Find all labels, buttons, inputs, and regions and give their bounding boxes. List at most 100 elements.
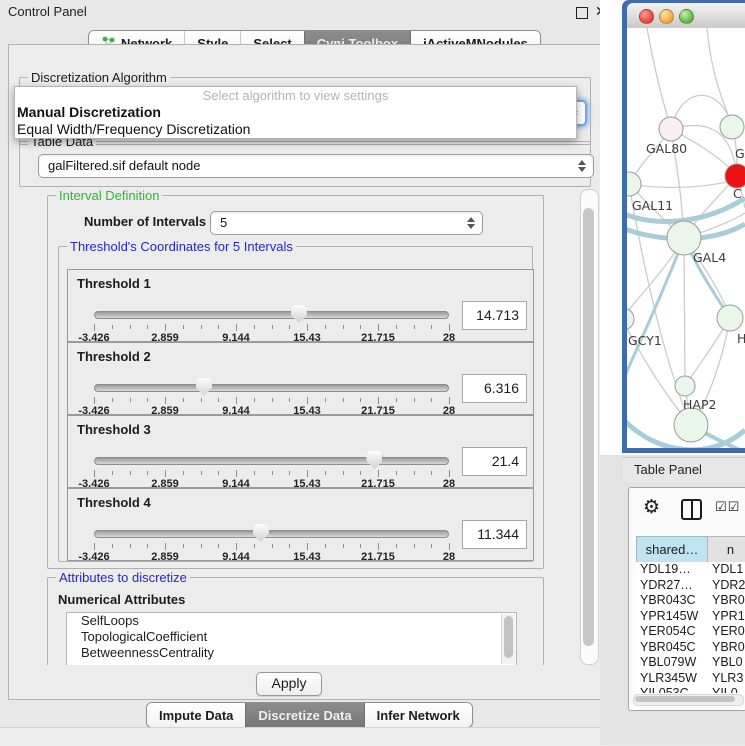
table-horizontal-scrollbar[interactable]: [633, 694, 744, 706]
panel-title: Control Panel: [8, 4, 87, 19]
footer-strip: [0, 727, 608, 746]
table-row[interactable]: YBR045CYBR0: [636, 640, 745, 656]
panel-scrollbar-thumb[interactable]: [583, 208, 594, 646]
column-header-name[interactable]: n: [707, 536, 745, 563]
slider-ticks: [94, 324, 449, 332]
threshold-slider[interactable]: -3.426 2.859 9.144 15.43 21.715 28: [94, 450, 449, 486]
interval-definition-title: Interval Definition: [56, 188, 162, 203]
slider-ticks: [94, 543, 449, 551]
threshold-value-field[interactable]: 21.4: [462, 447, 527, 476]
table-data-value: galFiltered.sif default node: [48, 158, 200, 173]
number-of-intervals-label: Number of Intervals: [84, 214, 206, 229]
node-h: [717, 305, 743, 331]
thresholds-title: Threshold's Coordinates for 5 Intervals: [67, 239, 296, 254]
minimize-traffic-light-icon[interactable]: [659, 9, 674, 24]
combo-arrows-icon: [578, 160, 586, 172]
threshold-label: Threshold 1: [77, 276, 151, 291]
table-row[interactable]: YBR043CYBR0: [636, 593, 745, 609]
slider-ticks: [94, 470, 449, 478]
number-of-intervals-combobox[interactable]: 5: [210, 211, 483, 235]
table-row[interactable]: YDL19…YDL1: [636, 562, 745, 578]
close-traffic-light-icon[interactable]: [639, 9, 654, 24]
list-item[interactable]: TopologicalCoefficient: [67, 629, 516, 645]
table-row[interactable]: YER054CYER0: [636, 624, 745, 640]
node-bottom: [674, 408, 708, 442]
table-row[interactable]: YLR345WYLR3: [636, 671, 745, 687]
list-scrollbar[interactable]: [501, 614, 515, 664]
zoom-traffic-light-icon[interactable]: [679, 9, 694, 24]
table-data-group: Table Data galFiltered.sif default node: [19, 141, 591, 187]
tab-discretize-data[interactable]: Discretize Data: [245, 703, 363, 727]
number-of-intervals-value: 5: [220, 215, 227, 230]
node-gal11: [627, 172, 641, 196]
table-rows[interactable]: YDL19…YDL1 YDR27…YDR2 YBR043CYBR0 YPR145…: [636, 562, 745, 693]
node-label: GAL11: [632, 198, 673, 213]
table-row[interactable]: YIL053CYIL0: [636, 686, 745, 693]
table-row[interactable]: YPR145WYPR1: [636, 609, 745, 625]
threshold-slider[interactable]: -3.426 2.859 9.144 15.43 21.715 28: [94, 523, 449, 559]
node-label: H: [737, 331, 745, 346]
threshold-box: Threshold 4 -3.426 2.859 9.144 15.43 21.…: [67, 488, 534, 561]
list-item[interactable]: BetweennessCentrality: [67, 645, 516, 661]
threshold-label: Threshold 3: [77, 422, 151, 437]
network-view-window: GAL80 GA C GAL11 GAL4 GCY1 H HAP2: [622, 0, 745, 453]
threshold-value-field[interactable]: 6.316: [462, 374, 527, 403]
apply-button[interactable]: Apply: [256, 672, 322, 696]
combo-arrows-icon: [467, 217, 475, 229]
threshold-value-field[interactable]: 14.713: [462, 301, 527, 330]
settings-gear-icon[interactable]: ⚙: [643, 496, 660, 519]
network-nodes[interactable]: [627, 115, 745, 442]
float-window-icon[interactable]: [576, 7, 588, 19]
node-label: GAL4: [693, 250, 726, 265]
network-window-titlebar[interactable]: [627, 3, 745, 29]
table-panel-title: Table Panel: [634, 462, 702, 477]
network-canvas[interactable]: GAL80 GA C GAL11 GAL4 GCY1 H HAP2: [627, 28, 745, 448]
slider-thumb[interactable]: [196, 378, 212, 396]
node-label: GA: [735, 146, 745, 161]
table-row[interactable]: YDR27…YDR2: [636, 578, 745, 594]
attributes-group: Attributes to discretize Numerical Attri…: [47, 577, 544, 665]
tab-impute-data[interactable]: Impute Data: [147, 703, 245, 727]
table-toolbar: ⚙ ☑☑: [629, 488, 745, 530]
column-header-shared-name[interactable]: shared…: [636, 536, 708, 563]
discretization-algorithm-title: Discretization Algorithm: [28, 70, 170, 85]
node-label: GAL80: [646, 141, 687, 156]
slider-track[interactable]: [94, 457, 449, 465]
cyni-toolbox-panel: Discretization Algorithm Table Data galF…: [8, 44, 602, 700]
list-item[interactable]: SelfLoops: [67, 613, 516, 629]
threshold-slider[interactable]: -3.426 2.859 9.144 15.43 21.715 28: [94, 304, 449, 340]
tab-infer-network[interactable]: Infer Network: [364, 703, 472, 727]
table-panel-titlebar: Table Panel: [622, 457, 745, 482]
panel-scrollbar[interactable]: [580, 189, 599, 665]
slider-track[interactable]: [94, 530, 449, 538]
node-gal80: [659, 117, 683, 141]
slider-thumb[interactable]: [366, 451, 382, 469]
slider-thumb[interactable]: [291, 305, 307, 323]
table-panel-window: ⚙ ☑☑ shared… n YDL19…YDL1 YDR27…YDR2 YBR…: [628, 487, 745, 711]
table-data-combobox[interactable]: galFiltered.sif default node: [38, 154, 594, 178]
threshold-slider[interactable]: -3.426 2.859 9.144 15.43 21.715 28: [94, 377, 449, 413]
screen: Control Panel ✕ Network Style Select Cyn…: [0, 0, 745, 745]
slider-tick-labels: -3.426 2.859 9.144 15.43 21.715 28: [94, 551, 449, 563]
threshold-box: Threshold 3 -3.426 2.859 9.144 15.43 21.…: [67, 415, 534, 488]
algorithm-dropdown-popup: Select algorithm to view settings Manual…: [14, 86, 577, 139]
node-ga: [720, 115, 744, 139]
dropdown-option-equal-width[interactable]: Equal Width/Frequency Discretization: [15, 121, 576, 138]
slider-thumb[interactable]: [253, 524, 269, 542]
settings-scrollpane: Interval Definition Number of Intervals …: [10, 187, 578, 665]
threshold-box: Threshold 2 -3.426 2.859 9.144 15.43 21.…: [67, 342, 534, 415]
table-row[interactable]: YBL079WYBL0: [636, 655, 745, 671]
node-label: GCY1: [628, 333, 662, 348]
mode-tabbar: Impute Data Discretize Data Infer Networ…: [146, 702, 473, 728]
numerical-attributes-list[interactable]: SelfLoops TopologicalCoefficient Between…: [66, 612, 517, 665]
slider-track[interactable]: [94, 311, 449, 319]
threshold-label: Threshold 2: [77, 349, 151, 364]
node-gcy1: [627, 308, 634, 330]
slider-track[interactable]: [94, 384, 449, 392]
select-columns-checkboxes-icon[interactable]: ☑☑: [715, 499, 740, 515]
threshold-value-field[interactable]: 11.344: [462, 520, 527, 549]
split-columns-icon[interactable]: [681, 499, 702, 520]
node-selected-red: [725, 164, 745, 188]
dropdown-option-manual[interactable]: Manual Discretization: [15, 104, 576, 121]
control-panel-titlebar: Control Panel ✕: [0, 0, 608, 24]
